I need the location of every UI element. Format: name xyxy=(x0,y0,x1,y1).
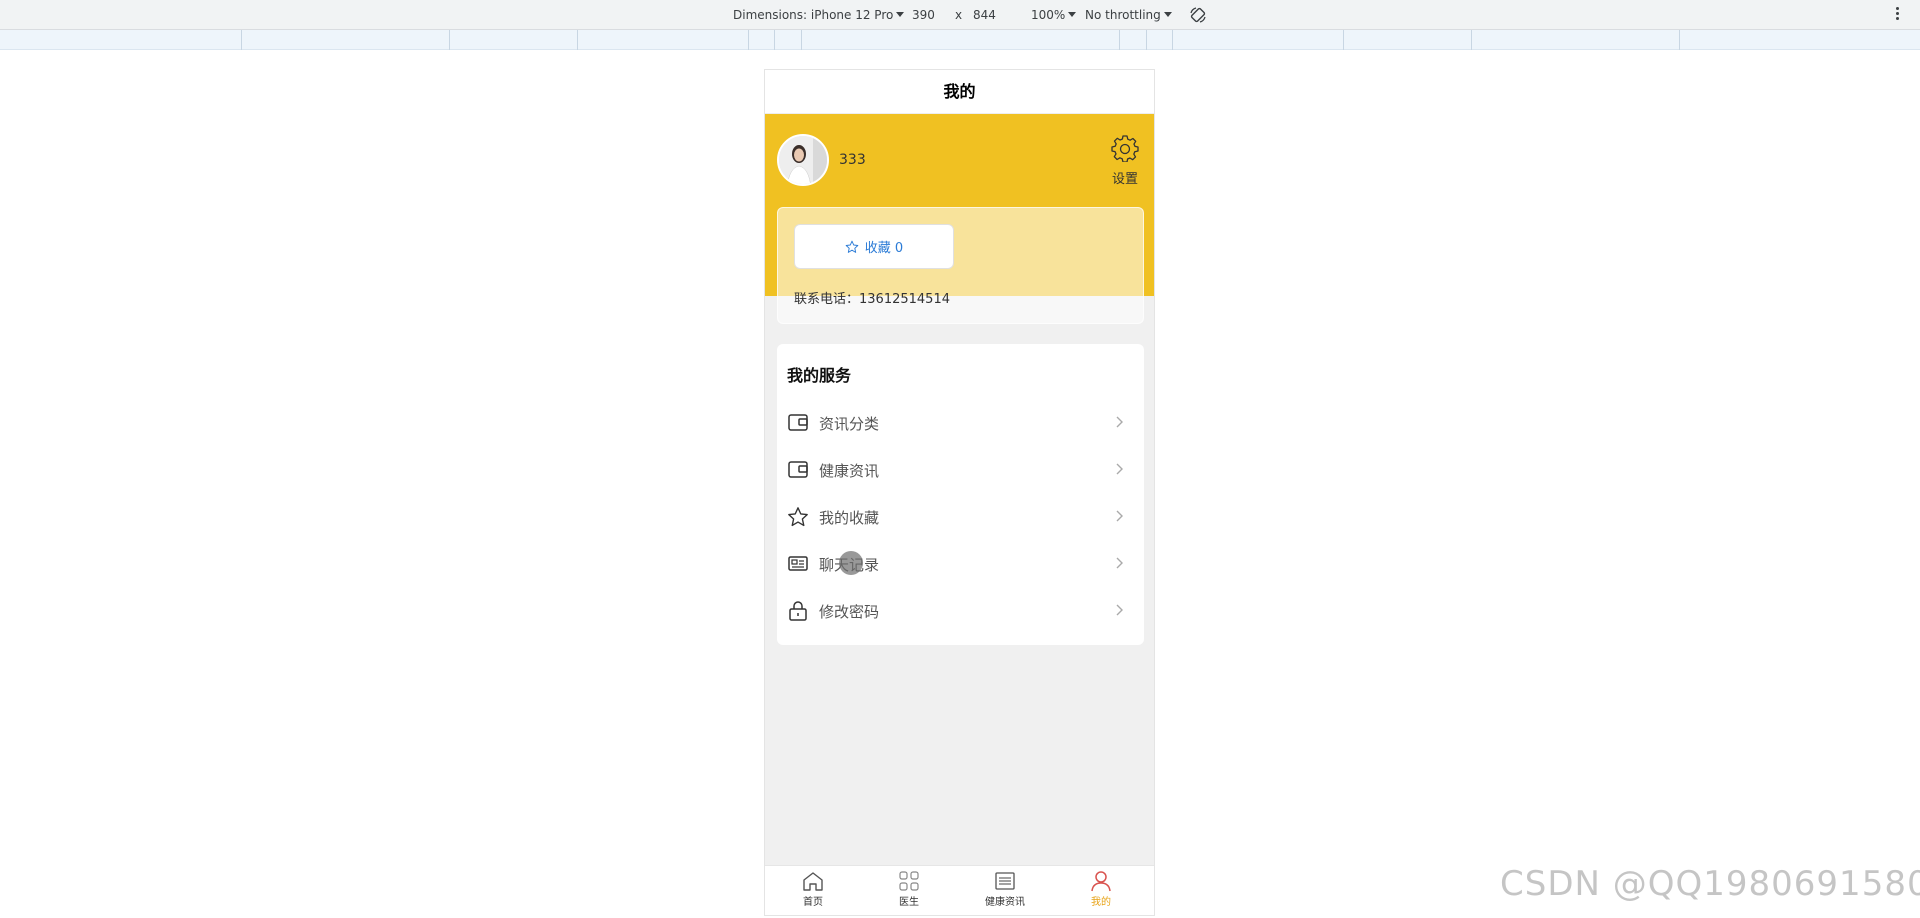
home-icon xyxy=(803,872,823,891)
chevron-right-icon xyxy=(1116,557,1123,569)
avatar-photo xyxy=(779,136,827,184)
service-label: 资讯分类 xyxy=(819,415,880,433)
services-title: 我的服务 xyxy=(787,366,852,385)
devtools-toolbar: Dimensions: iPhone 12 Pro 390 x 844 100%… xyxy=(0,0,1920,30)
tab-label: 医生 xyxy=(899,897,919,908)
service-item-my-favorites[interactable]: 我的收藏 xyxy=(777,493,1144,540)
throttling-label: No throttling xyxy=(1085,8,1161,22)
favorites-button[interactable]: 收藏 0 xyxy=(794,224,954,269)
height-input[interactable]: 844 xyxy=(973,8,996,22)
times-sign: x xyxy=(955,8,963,22)
service-label: 修改密码 xyxy=(819,603,880,621)
service-label: 我的收藏 xyxy=(819,509,880,527)
wallet-icon xyxy=(788,414,808,431)
bottom-tab-bar: 首页 医生 健康资讯 我的 xyxy=(765,865,1154,915)
media-query-ruler[interactable] xyxy=(0,30,1920,50)
more-options-icon[interactable] xyxy=(1896,7,1900,23)
settings-button[interactable]: 设置 xyxy=(1105,134,1145,187)
tab-home[interactable]: 首页 xyxy=(783,870,843,908)
wallet-icon xyxy=(788,461,808,478)
caret-down-icon xyxy=(896,12,905,17)
phone-viewport: 我的 333 设置 收藏 0 联系电话：13612514514 我的服务 资讯分… xyxy=(764,69,1155,916)
watermark: CSDN @QQ1980691580 xyxy=(1500,864,1920,904)
zoom-dropdown[interactable]: 100% xyxy=(1031,8,1077,22)
tab-label: 健康资讯 xyxy=(985,897,1025,908)
nav-title: 我的 xyxy=(765,70,1154,114)
width-input[interactable]: 390 xyxy=(912,8,935,22)
service-item-change-password[interactable]: 修改密码 xyxy=(777,587,1144,634)
settings-label: 设置 xyxy=(1111,172,1138,187)
lock-icon xyxy=(789,601,807,621)
news-icon xyxy=(995,872,1015,890)
tab-label: 我的 xyxy=(1091,897,1111,908)
service-item-info-category[interactable]: 资讯分类 xyxy=(777,399,1144,446)
chevron-right-icon xyxy=(1116,416,1123,428)
user-icon xyxy=(1091,871,1111,892)
profile-card: 收藏 0 联系电话：13612514514 xyxy=(777,207,1144,324)
rotate-icon[interactable] xyxy=(1189,6,1207,24)
star-icon xyxy=(845,240,859,253)
tab-mine[interactable]: 我的 xyxy=(1071,870,1131,908)
favorites-label: 收藏 0 xyxy=(864,241,904,256)
service-label: 健康资讯 xyxy=(819,462,880,480)
gear-icon xyxy=(1111,135,1139,163)
zoom-label: 100% xyxy=(1031,8,1066,22)
caret-down-icon xyxy=(1163,12,1172,17)
chevron-right-icon xyxy=(1116,463,1123,475)
throttling-dropdown[interactable]: No throttling xyxy=(1085,8,1172,22)
avatar[interactable] xyxy=(777,134,829,186)
services-panel: 我的服务 资讯分类 健康资讯 我的收藏 修改密码 xyxy=(777,344,1144,645)
star-icon xyxy=(788,507,808,527)
dimensions-dropdown[interactable]: Dimensions: iPhone 12 Pro xyxy=(733,8,905,22)
username: 333 xyxy=(839,152,866,168)
service-item-health-news[interactable]: 健康资讯 xyxy=(777,446,1144,493)
chevron-right-icon xyxy=(1116,510,1123,522)
tab-label: 首页 xyxy=(803,897,823,908)
id-card-icon xyxy=(788,556,808,571)
tab-health-news[interactable]: 健康资讯 xyxy=(975,870,1035,908)
grid-icon xyxy=(899,871,919,891)
service-item-chat-history[interactable]: 聊天记录 xyxy=(777,540,1144,587)
dimensions-label: Dimensions: iPhone 12 Pro xyxy=(733,8,894,22)
tab-doctor[interactable]: 医生 xyxy=(879,870,939,908)
touch-cursor xyxy=(839,551,863,575)
contact-phone: 联系电话：13612514514 xyxy=(794,292,950,307)
caret-down-icon xyxy=(1068,12,1077,17)
chevron-right-icon xyxy=(1116,604,1123,616)
